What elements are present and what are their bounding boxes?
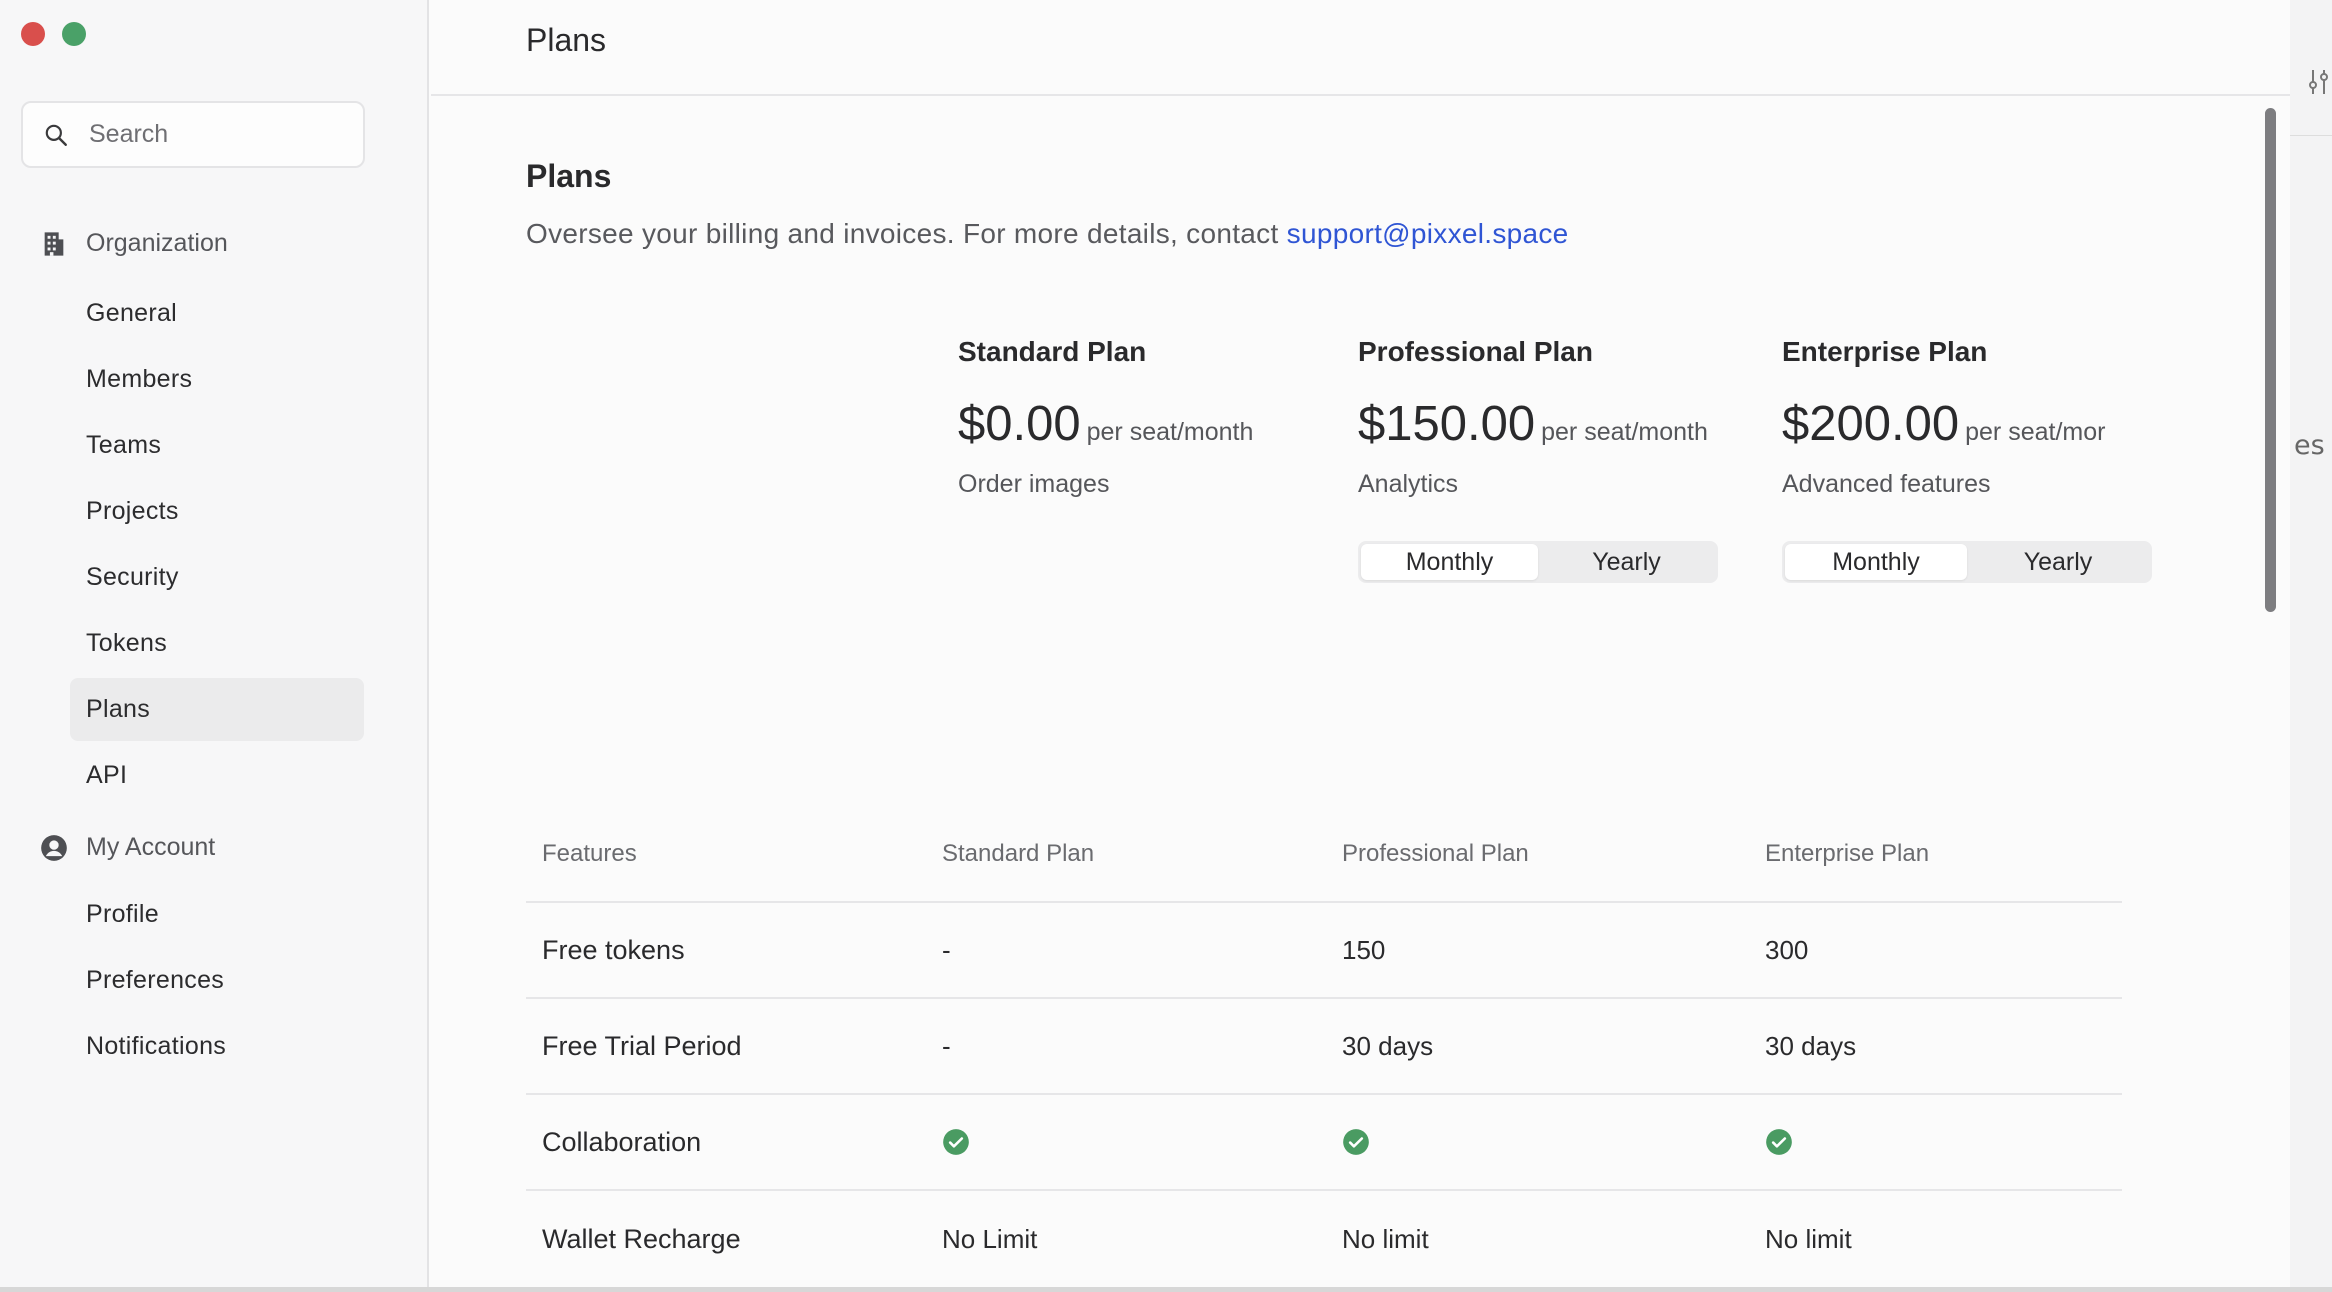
my-account-label: My Account [86,833,216,861]
main-content: Plans Plans Oversee your billing and inv… [431,0,2290,1287]
sidebar-item-security[interactable]: Security [70,546,364,609]
table-row: Wallet Recharge No Limit No limit No lim… [526,1191,2122,1287]
building-icon [44,231,64,256]
sidebar-item-profile[interactable]: Profile [70,883,364,946]
sidebar-item-api[interactable]: API [70,744,364,807]
search-icon [45,124,67,146]
bottom-edge [0,1287,2332,1292]
column-header: Professional Plan [1342,840,1529,867]
yearly-option[interactable]: Yearly [1967,544,2149,580]
monthly-option[interactable]: Monthly [1785,544,1967,580]
search-box[interactable] [21,101,365,168]
table-cell: No Limit [942,1223,1038,1254]
close-window-button[interactable] [21,22,45,46]
table-cell [1765,1095,1793,1189]
header-title: Plans [526,22,607,58]
check-circle-icon [943,1129,969,1155]
sidebar-item-preferences[interactable]: Preferences [70,949,364,1012]
monthly-option[interactable]: Monthly [1361,544,1538,580]
user-circle-icon [41,834,67,861]
table-cell: 30 days [1765,1030,1857,1061]
sidebar-item-general[interactable]: General [70,282,364,345]
plan-description: Advanced features [1782,470,1991,498]
page-title: Plans [526,158,612,194]
billing-period-toggle: Monthly Yearly [1358,541,1718,583]
scrollbar[interactable] [2265,108,2276,612]
check-circle-icon [1343,1129,1369,1155]
plan-price: $150.00 [1358,397,1536,451]
plan-price-unit: per seat/month [1541,418,1708,446]
my-account-section-header: My Account [40,833,215,862]
table-cell: - [942,934,951,965]
plan-description: Analytics [1358,470,1459,498]
sliders-icon [2308,68,2332,96]
plan-price-unit: per seat/mor [1965,418,2106,446]
column-header: Enterprise Plan [1765,840,1930,867]
check-circle-icon [1766,1129,1792,1155]
sidebar-item-teams[interactable]: Teams [70,414,364,477]
features-table: Features Standard Plan Professional Plan… [526,807,2122,1287]
plan-price-unit: per seat/month [1086,418,1254,446]
feature-name: Wallet Recharge [542,1223,741,1254]
sidebar: Organization General Members Teams Proje… [0,0,429,1287]
plan-card-enterprise: Enterprise Plan $200.00 per seat/mor Adva… [1782,336,2152,583]
plan-card-professional: Professional Plan $150.00 per seat/month … [1358,336,1718,583]
plan-card-standard: Standard Plan $0.00 per seat/month Order … [958,336,1253,499]
column-header: Standard Plan [942,840,1095,867]
table-cell: No limit [1765,1223,1852,1254]
table-cell: 30 days [1342,1030,1434,1061]
background-partial-text: es [2294,430,2325,461]
window-controls [21,22,86,46]
yearly-option[interactable]: Yearly [1538,544,1715,580]
app-window: Organization General Members Teams Proje… [0,0,2290,1287]
sidebar-item-plans[interactable]: Plans [70,678,364,741]
table-row: Collaboration [526,1095,2122,1191]
organization-section-header: Organization [40,229,228,258]
plan-description: Order images [958,470,1110,498]
plan-price: $200.00 [1782,397,1960,451]
sidebar-item-members[interactable]: Members [70,348,364,411]
table-cell: No limit [1342,1223,1429,1254]
feature-name: Collaboration [542,1126,702,1157]
feature-name: Free Trial Period [542,1030,742,1061]
background-window: es [2290,0,2332,1292]
sidebar-item-tokens[interactable]: Tokens [70,612,364,675]
sidebar-item-notifications[interactable]: Notifications [70,1015,364,1078]
table-cell [942,1095,970,1189]
table-row: Free Trial Period - 30 days 30 days [526,999,2122,1095]
organization-label: Organization [86,229,228,257]
subtitle-text: Oversee your billing and invoices. For m… [526,218,1287,249]
feature-name: Free tokens [542,934,685,965]
support-email-link[interactable]: support@pixxel.space [1287,218,1569,249]
table-cell: - [942,1030,951,1061]
plan-name: Professional Plan [1358,336,1593,367]
billing-period-toggle: Monthly Yearly [1782,541,2152,583]
zoom-window-button[interactable] [62,22,86,46]
plan-price: $0.00 [958,397,1081,451]
plan-name: Enterprise Plan [1782,336,1988,367]
table-cell [1342,1095,1370,1189]
table-cell: 300 [1765,934,1809,965]
plan-name: Standard Plan [958,336,1147,367]
table-header-row: Features Standard Plan Professional Plan… [526,807,2122,903]
top-bar: Plans [431,0,2290,96]
column-header: Features [542,840,637,867]
table-row: Free tokens - 150 300 [526,903,2122,999]
search-input[interactable] [89,120,349,149]
table-cell: 150 [1342,934,1386,965]
page-subtitle: Oversee your billing and invoices. For m… [526,218,1569,250]
sidebar-item-projects[interactable]: Projects [70,480,364,543]
